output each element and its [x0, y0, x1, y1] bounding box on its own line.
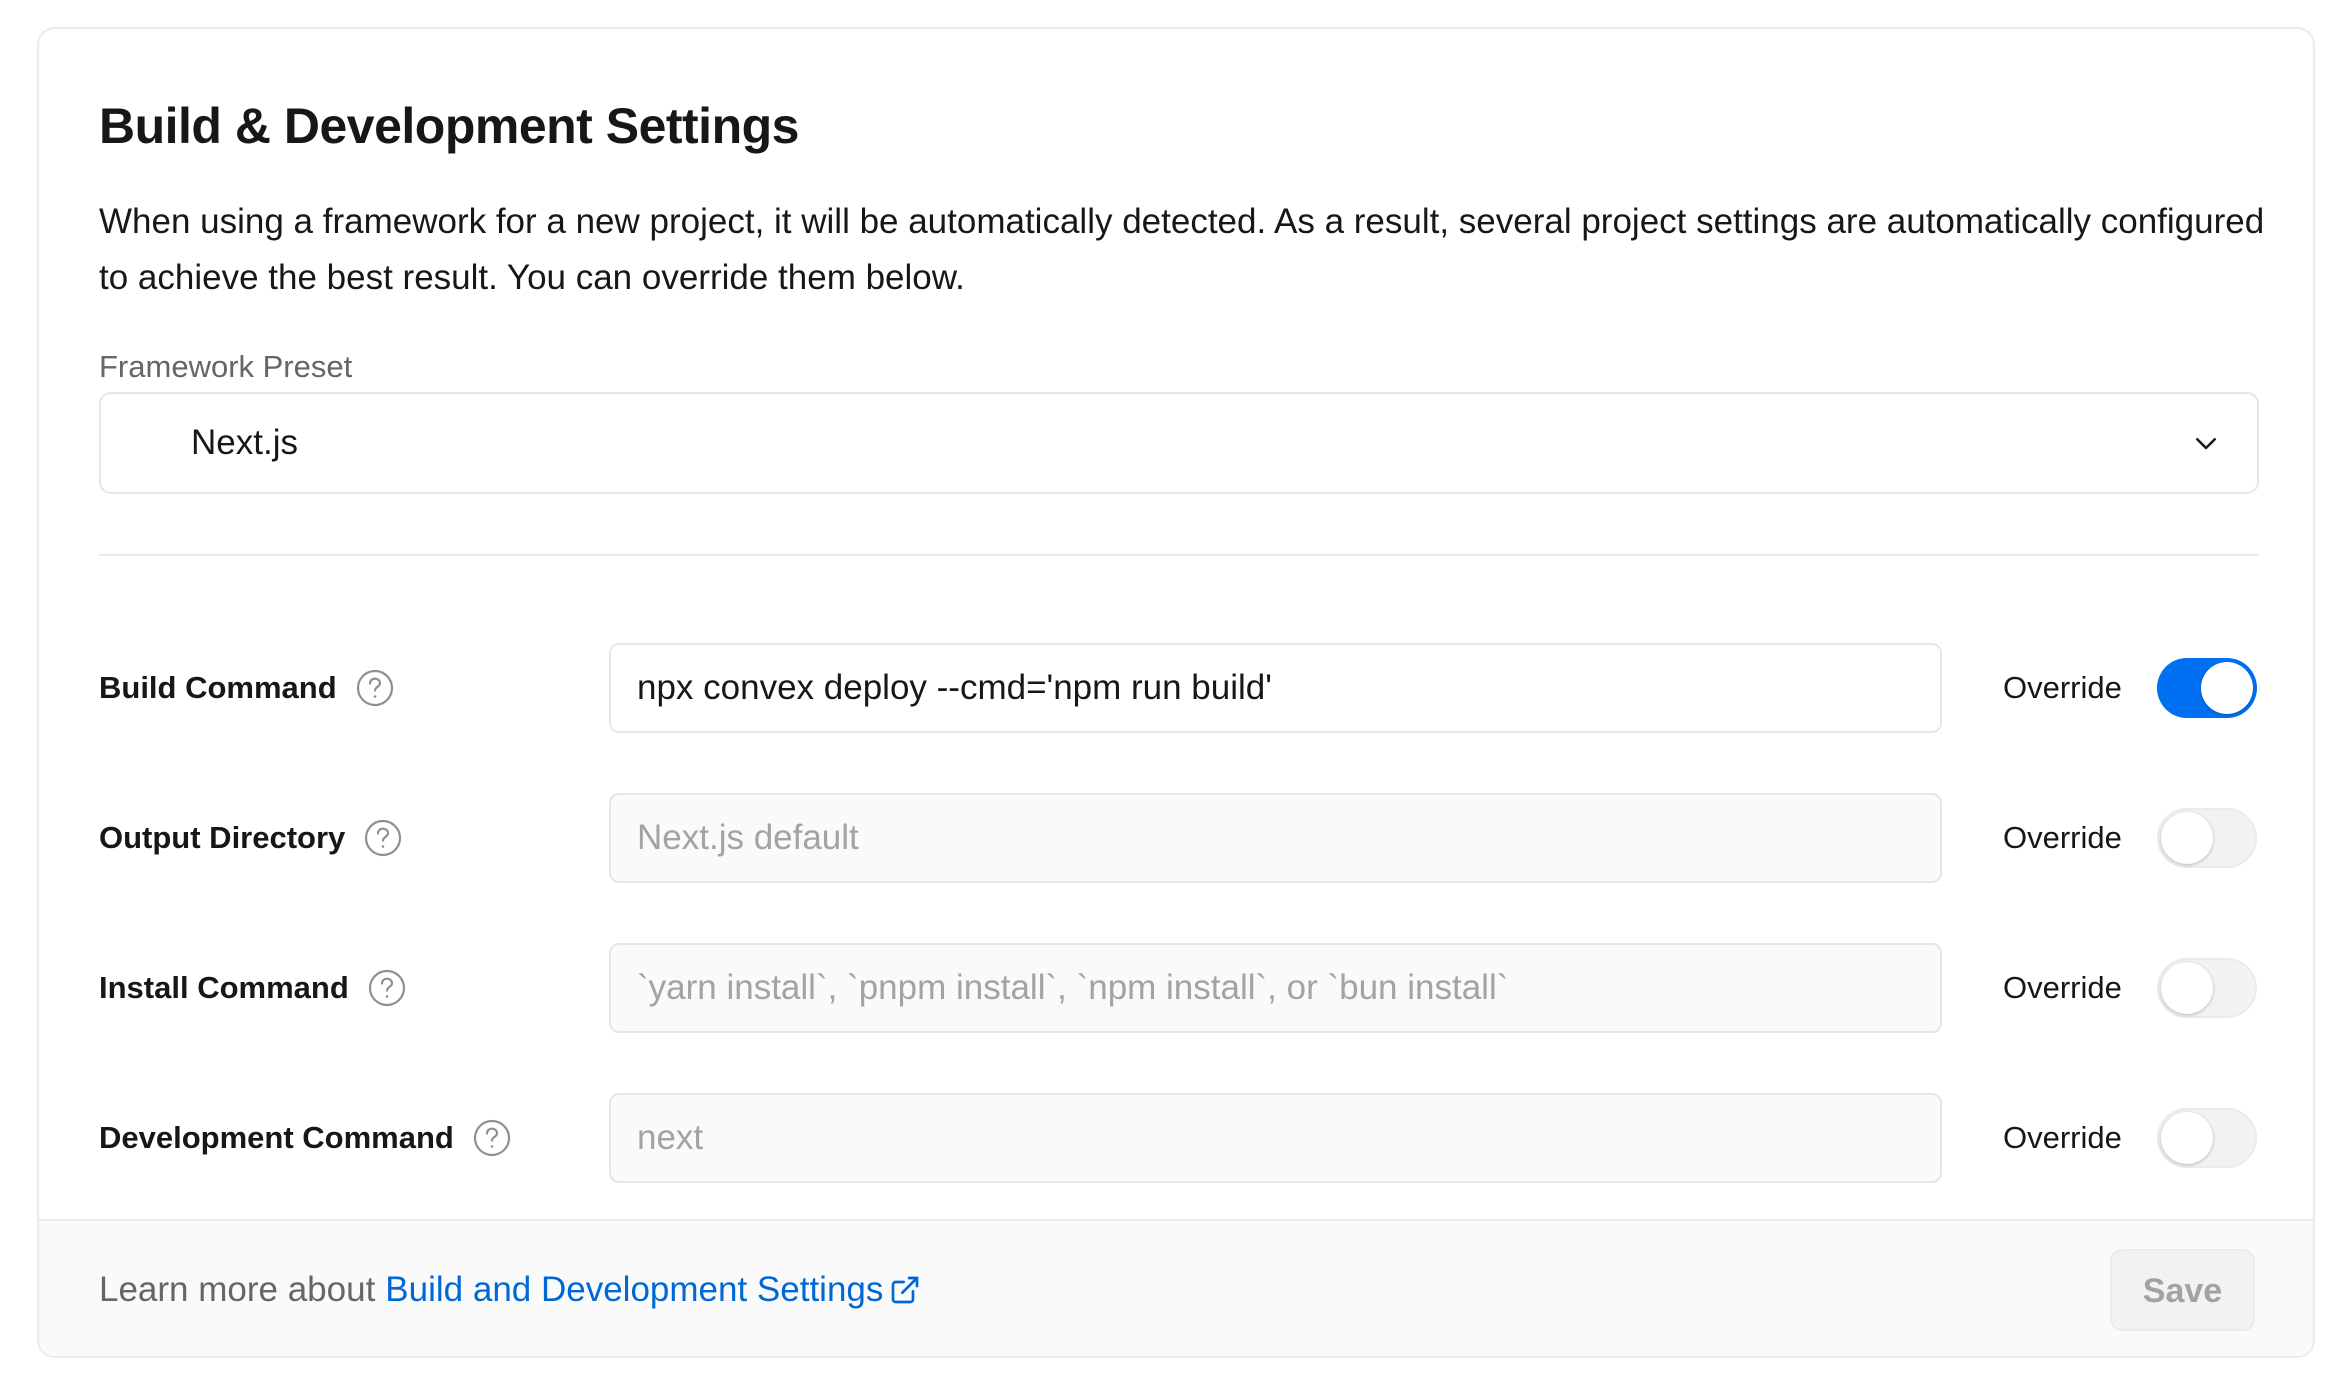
development-command-label-group: Development Command — [99, 1093, 512, 1183]
output-directory-override-toggle[interactable] — [2157, 808, 2257, 868]
install-command-input[interactable]: `yarn install`, `pnpm install`, `npm ins… — [609, 943, 1942, 1033]
chevron-down-icon — [2196, 438, 2216, 450]
question-circle-icon[interactable] — [367, 968, 407, 1008]
framework-preset-value: Next.js — [191, 423, 298, 462]
install-command-override-label: Override — [2003, 970, 2122, 1005]
toggle-knob — [2161, 1112, 2213, 1164]
build-command-label: Build Command — [99, 670, 337, 705]
development-command-override-label: Override — [2003, 1120, 2122, 1155]
toggle-knob — [2161, 962, 2213, 1014]
footer-learn-more: Learn more about Build and Development S… — [99, 1221, 921, 1356]
section-divider — [99, 554, 2259, 556]
section-title: Build & Development Settings — [99, 98, 799, 154]
framework-preset-select[interactable]: Next.js — [99, 392, 2259, 494]
build-command-input[interactable]: npx convex deploy --cmd='npm run build' — [609, 643, 1942, 733]
output-directory-row: Output Directory Next.js default Overrid… — [99, 793, 2259, 883]
build-command-override-label: Override — [2003, 670, 2122, 705]
docs-link[interactable]: Build and Development Settings — [385, 1221, 883, 1356]
build-command-row: Build Command npx convex deploy --cmd='n… — [99, 643, 2259, 733]
development-command-input[interactable]: next — [609, 1093, 1942, 1183]
card-footer: Learn more about Build and Development S… — [39, 1219, 2313, 1356]
output-directory-label-group: Output Directory — [99, 793, 403, 883]
development-command-label: Development Command — [99, 1120, 454, 1155]
section-description: When using a framework for a new project… — [99, 202, 2265, 297]
install-command-override-toggle[interactable] — [2157, 958, 2257, 1018]
install-command-label: Install Command — [99, 970, 349, 1005]
question-circle-icon[interactable] — [363, 818, 403, 858]
output-directory-input[interactable]: Next.js default — [609, 793, 1942, 883]
output-directory-label: Output Directory — [99, 820, 346, 855]
output-directory-override-label: Override — [2003, 820, 2122, 855]
build-settings-card: Build & Development Settings When using … — [37, 27, 2315, 1358]
footer-prefix: Learn more about — [99, 1270, 376, 1309]
question-circle-icon[interactable] — [355, 668, 395, 708]
install-command-row: Install Command `yarn install`, `pnpm in… — [99, 943, 2259, 1033]
development-command-override-toggle[interactable] — [2157, 1108, 2257, 1168]
toggle-knob — [2161, 812, 2213, 864]
build-command-label-group: Build Command — [99, 643, 395, 733]
development-command-row: Development Command next Override — [99, 1093, 2259, 1183]
toggle-knob — [2201, 662, 2253, 714]
framework-preset-label: Framework Preset — [99, 349, 353, 384]
save-button[interactable]: Save — [2110, 1249, 2255, 1331]
build-command-override-toggle[interactable] — [2157, 658, 2257, 718]
external-link-icon[interactable] — [889, 1274, 921, 1306]
install-command-label-group: Install Command — [99, 943, 407, 1033]
question-circle-icon[interactable] — [472, 1118, 512, 1158]
